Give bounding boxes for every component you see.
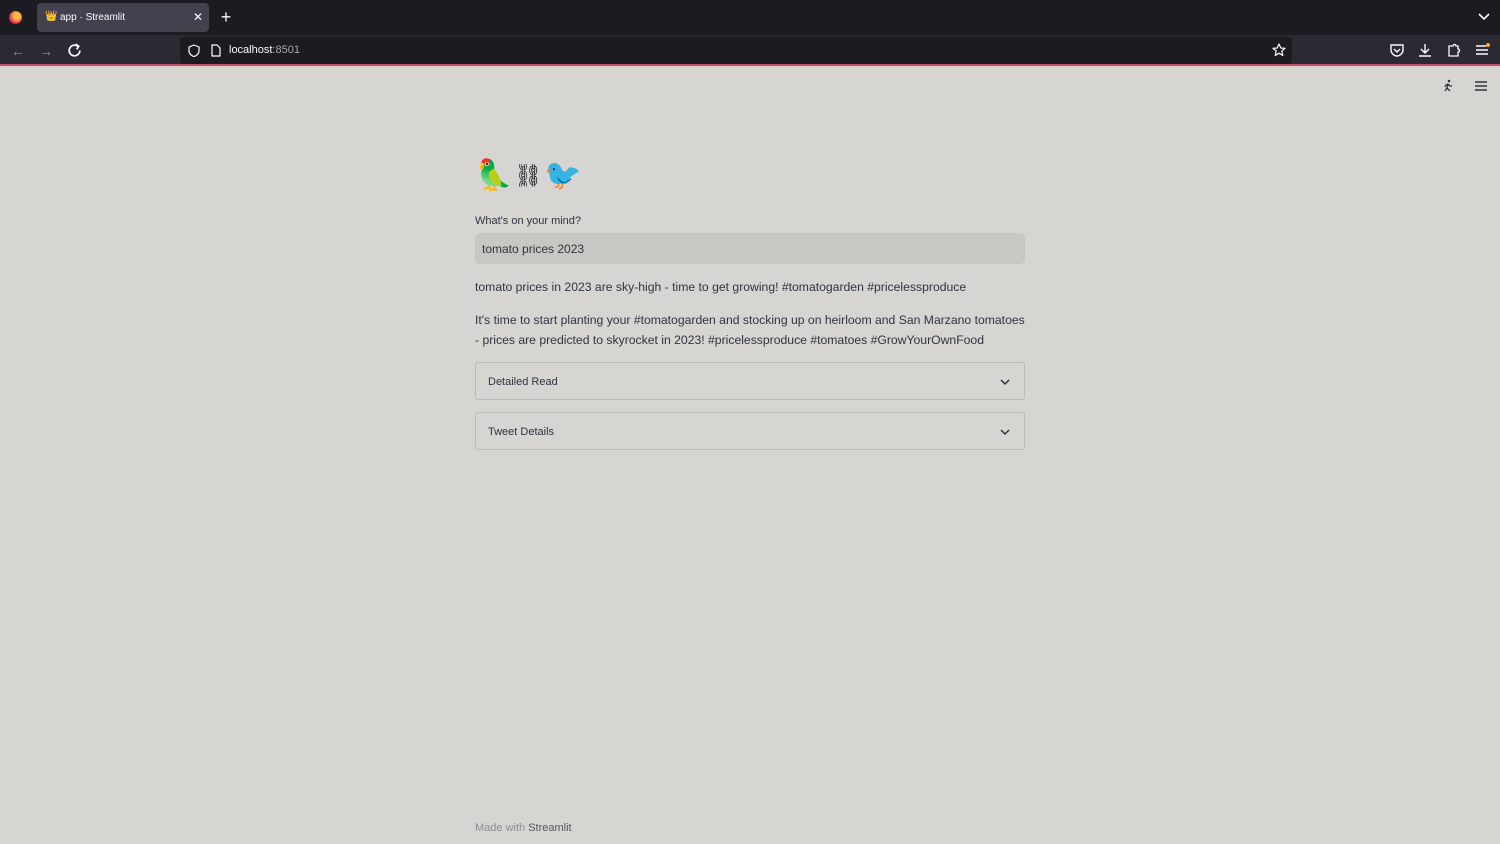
prompt-input[interactable] <box>475 233 1025 264</box>
firefox-logo-icon[interactable] <box>9 11 22 24</box>
detailed-read-expander[interactable]: Detailed Read <box>475 362 1025 400</box>
footer-prefix: Made with <box>475 822 529 834</box>
streamlit-link[interactable]: Streamlit <box>528 822 571 834</box>
chain-links-emoji-icon: ⛓ <box>514 163 543 188</box>
new-tab-plus-icon[interactable]: + <box>218 8 234 26</box>
list-all-tabs-chevron-icon[interactable] <box>1476 10 1492 24</box>
extensions-puzzle-icon[interactable] <box>1446 42 1462 58</box>
url-bar[interactable]: localhost:8501 <box>180 37 1292 64</box>
tab-close-icon[interactable]: ✕ <box>191 9 205 25</box>
back-arrow-icon[interactable]: ← <box>8 41 28 61</box>
page-info-icon[interactable] <box>211 44 221 57</box>
bird-emoji-icon: 🐦 <box>544 159 582 192</box>
browser-tab-active[interactable]: 👑 app · Streamlit ✕ <box>37 3 209 32</box>
url-port: :8501 <box>272 44 300 56</box>
forward-arrow-icon[interactable]: → <box>36 41 56 61</box>
app-menu-hamburger-icon[interactable] <box>1474 42 1490 58</box>
bookmark-star-icon[interactable] <box>1272 43 1286 57</box>
reload-icon[interactable] <box>66 42 83 59</box>
generated-tweet-text: It's time to start planting your #tomato… <box>475 313 1025 347</box>
footer: Made with Streamlit <box>475 821 572 835</box>
chevron-down-icon <box>1000 379 1010 386</box>
prompt-input-label: What's on your mind? <box>475 215 582 227</box>
browser-tab-bar: 👑 app · Streamlit ✕ + <box>0 0 1500 35</box>
running-man-status-icon <box>1444 79 1452 92</box>
streamlit-main-menu-icon[interactable] <box>1473 78 1489 94</box>
url-host: localhost <box>229 44 273 56</box>
url-text[interactable]: localhost:8501 <box>229 44 300 57</box>
pocket-icon[interactable] <box>1389 42 1405 58</box>
page-title: 🦜 ⛓ 🐦 <box>475 158 582 194</box>
tweet-details-expander[interactable]: Tweet Details <box>475 412 1025 450</box>
chevron-down-icon <box>1000 429 1010 436</box>
expander-label: Tweet Details <box>488 426 555 438</box>
streamlit-favicon-icon: 👑 <box>45 11 58 22</box>
tracking-protection-shield-icon[interactable] <box>188 44 200 57</box>
generated-title-text: tomato prices in 2023 are sky-high - tim… <box>475 280 967 294</box>
parrot-emoji-icon: 🦜 <box>475 159 513 192</box>
downloads-icon[interactable] <box>1417 42 1433 58</box>
tab-title: app · Streamlit <box>60 12 126 23</box>
browser-nav-bar: ← → localhost:8501 <box>0 35 1500 66</box>
expander-label: Detailed Read <box>488 376 558 388</box>
